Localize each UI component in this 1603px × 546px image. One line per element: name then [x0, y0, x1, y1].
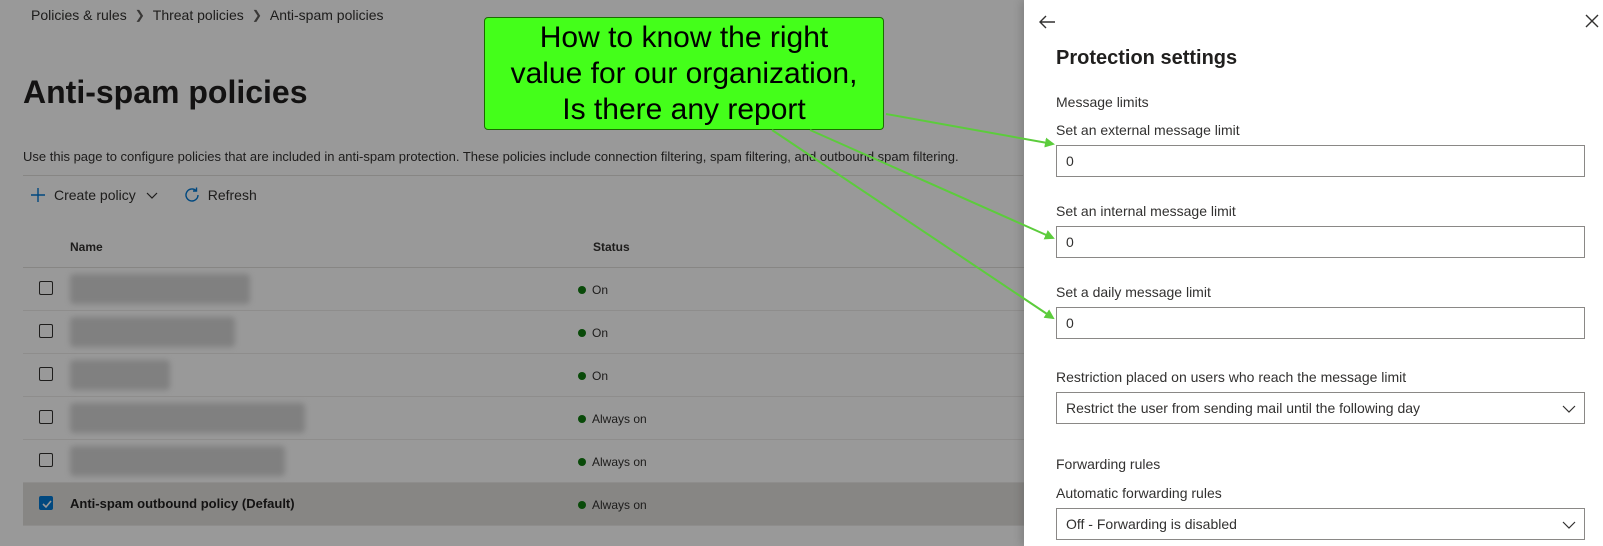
status-dot-icon	[578, 501, 586, 509]
refresh-button[interactable]: Refresh	[183, 186, 257, 204]
create-policy-button[interactable]: Create policy	[29, 186, 161, 204]
internal-limit-input[interactable]	[1056, 226, 1585, 258]
daily-limit-label: Set a daily message limit	[1056, 284, 1211, 300]
table-row[interactable]: On	[23, 268, 1024, 311]
status-text: On	[592, 326, 609, 340]
breadcrumb-threat-policies[interactable]: Threat policies	[153, 7, 244, 23]
chevron-down-icon	[143, 186, 161, 204]
chevron-down-icon	[1562, 518, 1576, 532]
annotation-callout: How to know the right value for our orga…	[484, 17, 884, 130]
checkmark-icon	[42, 500, 52, 509]
breadcrumb-chevron-icon: ❯	[134, 8, 145, 22]
status-dot-icon	[578, 329, 586, 337]
restriction-dropdown[interactable]: Restrict the user from sending mail unti…	[1056, 392, 1585, 424]
policies-table: Name Status On On On Always on Always on Anti…	[23, 225, 1024, 526]
status-text: On	[592, 283, 609, 297]
external-limit-input[interactable]	[1056, 145, 1585, 177]
redacted-policy-name	[70, 360, 170, 390]
row-checkbox[interactable]	[39, 324, 53, 338]
row-checkbox[interactable]	[39, 410, 53, 424]
auto-forwarding-label: Automatic forwarding rules	[1056, 485, 1222, 501]
status-text: On	[592, 369, 609, 383]
auto-forwarding-dropdown[interactable]: Off - Forwarding is disabled	[1056, 508, 1585, 540]
redacted-policy-name	[70, 317, 235, 347]
breadcrumb: Policies & rules ❯ Threat policies ❯ Ant…	[31, 7, 383, 23]
policy-status: Always on	[578, 455, 647, 469]
row-checkbox[interactable]	[39, 453, 53, 467]
annotation-line: Is there any report	[562, 93, 806, 126]
internal-limit-label: Set an internal message limit	[1056, 203, 1236, 219]
create-policy-label: Create policy	[54, 187, 136, 203]
refresh-label: Refresh	[207, 187, 257, 203]
table-row[interactable]: Always on	[23, 440, 1024, 483]
auto-forwarding-selected-value: Off - Forwarding is disabled	[1066, 516, 1237, 532]
forwarding-rules-heading: Forwarding rules	[1056, 456, 1161, 472]
chevron-down-icon	[1562, 402, 1576, 416]
redacted-policy-name	[70, 403, 305, 433]
status-dot-icon	[578, 372, 586, 380]
column-header-name[interactable]: Name	[70, 240, 103, 254]
close-icon[interactable]	[1584, 13, 1600, 29]
back-arrow-icon[interactable]	[1036, 11, 1058, 33]
redacted-policy-name	[70, 446, 285, 476]
restriction-label: Restriction placed on users who reach th…	[1056, 369, 1407, 385]
table-header: Name Status	[23, 225, 1024, 268]
policy-status: On	[578, 369, 608, 383]
table-row[interactable]: On	[23, 354, 1024, 397]
status-dot-icon	[578, 458, 586, 466]
breadcrumb-anti-spam-policies: Anti-spam policies	[269, 7, 384, 23]
row-checkbox[interactable]	[39, 367, 53, 381]
protection-settings-panel: Protection settings Message limits Set a…	[1024, 0, 1603, 546]
breadcrumb-chevron-icon: ❯	[251, 8, 262, 22]
toolbar: Create policy Refresh	[29, 186, 279, 204]
refresh-icon	[183, 186, 201, 204]
policy-name[interactable]: Anti-spam outbound policy (Default)	[70, 496, 295, 511]
annotation-line: value for our organization,	[510, 57, 858, 90]
status-text: Always on	[592, 412, 647, 426]
policy-status: Always on	[578, 498, 647, 512]
table-row[interactable]: Anti-spam outbound policy (Default) Alway…	[23, 483, 1024, 526]
breadcrumb-policies-rules[interactable]: Policies & rules	[31, 7, 127, 23]
restriction-selected-value: Restrict the user from sending mail unti…	[1066, 400, 1421, 416]
table-row[interactable]: Always on	[23, 397, 1024, 440]
plus-icon	[29, 186, 47, 204]
policy-status: On	[578, 283, 608, 297]
column-header-status[interactable]: Status	[593, 240, 630, 254]
divider	[23, 175, 1023, 176]
row-checkbox[interactable]	[39, 281, 53, 295]
page-description: Use this page to configure policies that…	[23, 149, 959, 164]
row-checkbox[interactable]	[39, 496, 53, 510]
policy-status: Always on	[578, 412, 647, 426]
page-title: Anti-spam policies	[23, 74, 308, 110]
panel-title: Protection settings	[1056, 47, 1238, 69]
status-dot-icon	[578, 286, 586, 294]
table-body: On On On Always on Always on Anti-spam outbou…	[23, 268, 1024, 526]
table-row[interactable]: On	[23, 311, 1024, 354]
status-text: Always on	[592, 498, 647, 512]
status-dot-icon	[578, 415, 586, 423]
status-text: Always on	[592, 455, 647, 469]
policy-status: On	[578, 326, 608, 340]
annotation-line: How to know the right	[539, 21, 829, 54]
redacted-policy-name	[70, 274, 250, 304]
message-limits-heading: Message limits	[1056, 94, 1149, 110]
external-limit-label: Set an external message limit	[1056, 122, 1240, 138]
daily-limit-input[interactable]	[1056, 307, 1585, 339]
